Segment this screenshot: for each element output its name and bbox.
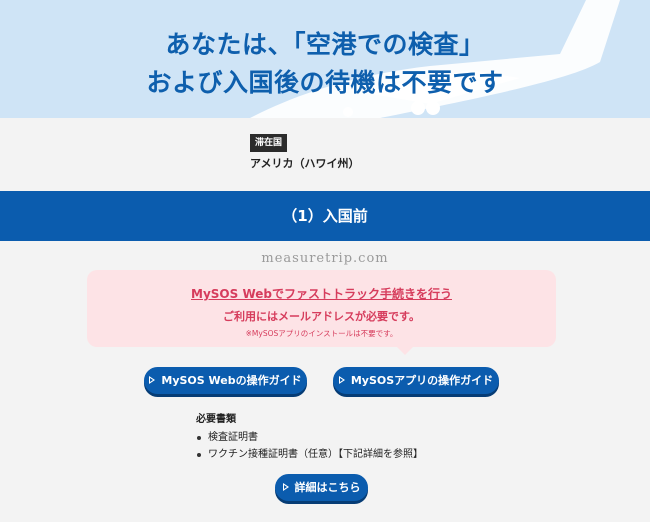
play-triangle-icon (282, 483, 289, 491)
mysos-app-guide-button[interactable]: MySOSアプリの操作ガイド (333, 367, 499, 394)
email-required-text: ご利用にはメールアドレスが必要です。 (223, 310, 420, 323)
section-title-bar: （1）入国前 (0, 191, 650, 241)
required-documents-title: 必要書類 (196, 414, 236, 425)
hero-title-line1: あなたは、「空港での検査」 (165, 30, 485, 59)
required-documents-list: 検査証明書 ワクチン接種証明書（任意）【下記詳細を参照】 (196, 429, 423, 463)
play-triangle-icon (149, 376, 156, 384)
country-name: アメリカ（ハワイ州） (250, 157, 360, 170)
fast-track-link[interactable]: MySOS Webでファストトラック手続きを行う (191, 285, 452, 302)
details-button[interactable]: 詳細はこちら (275, 474, 368, 501)
fast-track-notice: MySOS Webでファストトラック手続きを行う ご利用にはメールアドレスが必要… (87, 270, 556, 355)
app-install-note: ※MySOSアプリのインストールは不要です。 (245, 329, 398, 338)
details-button-label: 詳細はこちら (294, 481, 361, 494)
list-item: ワクチン接種証明書（任意）【下記詳細を参照】 (196, 446, 423, 463)
mysos-web-guide-button[interactable]: MySOS Webの操作ガイド (144, 367, 307, 394)
hero-title-line2: および入国後の待機は不要です (146, 68, 504, 97)
watermark: measuretrip.com (261, 251, 389, 266)
hero-banner: あなたは、「空港での検査」 および入国後の待機は不要です (0, 0, 650, 118)
country-badge: 滞在国 (250, 134, 288, 152)
mysos-web-guide-label: MySOS Webの操作ガイド (161, 374, 302, 387)
list-item: 検査証明書 (196, 429, 423, 446)
hero-title: あなたは、「空港での検査」 および入国後の待機は不要です (0, 26, 650, 102)
required-documents: 必要書類 検査証明書 ワクチン接種証明書（任意）【下記詳細を参照】 (196, 410, 423, 463)
mysos-app-guide-label: MySOSアプリの操作ガイド (350, 374, 494, 387)
play-triangle-icon (338, 376, 345, 384)
